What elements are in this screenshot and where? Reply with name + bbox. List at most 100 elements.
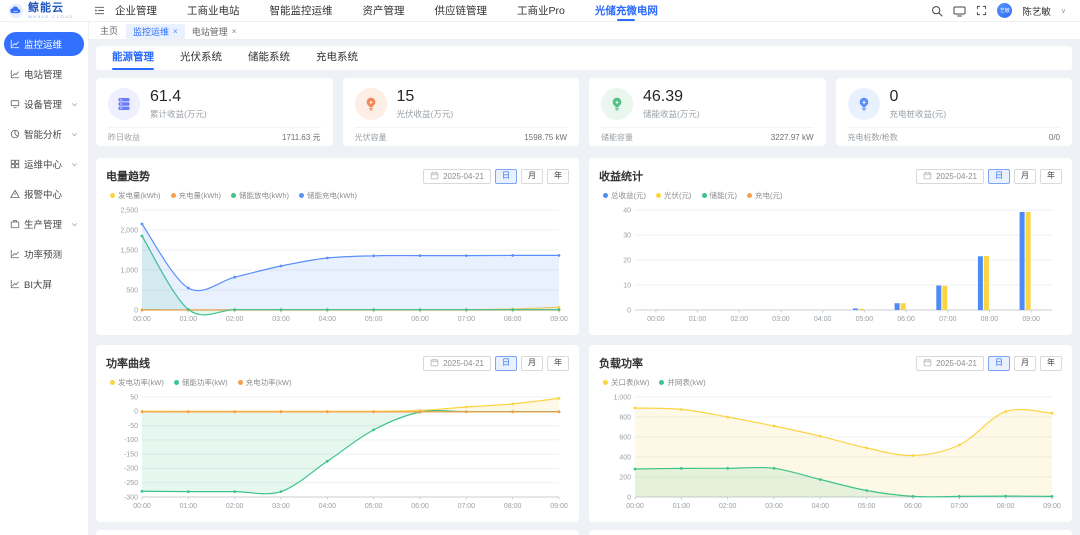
data-point[interactable] xyxy=(325,256,329,260)
data-point[interactable] xyxy=(418,308,422,312)
legend-item[interactable]: 储能(元) xyxy=(701,190,737,201)
data-point[interactable] xyxy=(372,428,376,432)
data-point[interactable] xyxy=(1004,494,1008,498)
data-point[interactable] xyxy=(679,467,683,470)
data-point[interactable] xyxy=(140,410,144,414)
data-point[interactable] xyxy=(233,275,237,279)
date-picker[interactable]: 2025-04-21 xyxy=(423,168,491,184)
data-point[interactable] xyxy=(1050,495,1054,498)
bar[interactable] xyxy=(936,285,942,311)
data-point[interactable] xyxy=(1050,411,1054,415)
period-button-日[interactable]: 日 xyxy=(495,168,517,184)
date-picker[interactable]: 2025-04-21 xyxy=(916,355,984,371)
legend-item[interactable]: 充电(元) xyxy=(747,190,783,201)
sidebar-item-3[interactable]: 智能分析 xyxy=(4,122,84,146)
bar[interactable] xyxy=(858,308,864,311)
data-point[interactable] xyxy=(633,406,637,410)
period-button-月[interactable]: 月 xyxy=(521,168,543,184)
data-point[interactable] xyxy=(818,478,822,481)
tab-1[interactable]: 光伏系统 xyxy=(180,49,222,70)
data-point[interactable] xyxy=(279,490,283,493)
breadcrumb-tab-1[interactable]: 电站管理 × xyxy=(185,24,244,39)
nav-item-6[interactable]: 光储充微电网 xyxy=(595,0,658,22)
nav-item-0[interactable]: 企业管理 xyxy=(115,0,157,22)
legend-item[interactable]: 储能放电(kWh) xyxy=(231,190,289,201)
data-point[interactable] xyxy=(557,254,561,257)
data-point[interactable] xyxy=(511,410,515,414)
data-point[interactable] xyxy=(464,410,468,414)
data-point[interactable] xyxy=(325,410,329,414)
data-point[interactable] xyxy=(911,454,915,457)
avatar[interactable]: 艺敏 xyxy=(997,3,1013,18)
tab-3[interactable]: 充电系统 xyxy=(316,49,358,70)
data-point[interactable] xyxy=(464,405,468,409)
data-point[interactable] xyxy=(511,254,515,257)
period-button-日[interactable]: 日 xyxy=(988,355,1010,371)
data-point[interactable] xyxy=(186,308,190,311)
data-point[interactable] xyxy=(279,308,283,312)
data-point[interactable] xyxy=(140,308,144,312)
search-icon[interactable] xyxy=(931,5,943,17)
data-point[interactable] xyxy=(233,490,237,493)
data-point[interactable] xyxy=(325,459,329,463)
data-point[interactable] xyxy=(865,489,869,492)
fullscreen-icon[interactable] xyxy=(976,5,987,16)
period-button-月[interactable]: 月 xyxy=(521,355,543,371)
data-point[interactable] xyxy=(186,490,190,493)
data-point[interactable] xyxy=(865,446,869,450)
legend-item[interactable]: 总收益(元) xyxy=(603,190,646,201)
sidebar-item-1[interactable]: 电站管理 xyxy=(4,62,84,86)
date-picker[interactable]: 2025-04-21 xyxy=(423,355,491,371)
tab-0[interactable]: 能源管理 xyxy=(112,49,154,70)
data-point[interactable] xyxy=(957,443,961,447)
data-point[interactable] xyxy=(325,308,329,312)
sidebar-item-5[interactable]: 报警中心 xyxy=(4,182,84,206)
data-point[interactable] xyxy=(726,466,730,470)
bar[interactable] xyxy=(894,303,900,310)
bar[interactable] xyxy=(900,303,906,310)
data-point[interactable] xyxy=(772,466,776,470)
data-point[interactable] xyxy=(186,410,190,414)
tab-2[interactable]: 储能系统 xyxy=(248,49,290,70)
period-button-年[interactable]: 年 xyxy=(1040,168,1062,184)
data-point[interactable] xyxy=(140,489,144,493)
data-point[interactable] xyxy=(186,286,190,290)
brand-logo[interactable]: 鲸能云 WHALE CLOUD xyxy=(0,2,88,19)
data-point[interactable] xyxy=(957,495,961,498)
period-button-月[interactable]: 月 xyxy=(1014,168,1036,184)
data-point[interactable] xyxy=(418,410,422,414)
data-point[interactable] xyxy=(279,410,283,414)
data-point[interactable] xyxy=(557,410,561,414)
user-menu-chevron-icon[interactable]: ∨ xyxy=(1061,7,1066,15)
data-point[interactable] xyxy=(140,222,144,226)
sidebar-item-7[interactable]: 功率预测 xyxy=(4,242,84,266)
data-point[interactable] xyxy=(372,410,376,414)
close-icon[interactable]: × xyxy=(173,27,178,36)
data-point[interactable] xyxy=(140,234,144,238)
sidebar-item-2[interactable]: 设备管理 xyxy=(4,92,84,116)
legend-item[interactable]: 发电量(kWh) xyxy=(110,190,161,201)
period-button-年[interactable]: 年 xyxy=(547,355,569,371)
bar[interactable] xyxy=(977,256,983,311)
data-point[interactable] xyxy=(557,308,561,312)
user-name[interactable]: 陈艺敏 xyxy=(1022,4,1051,18)
data-point[interactable] xyxy=(633,467,637,471)
bar[interactable] xyxy=(983,256,989,310)
period-button-日[interactable]: 日 xyxy=(988,168,1010,184)
legend-item[interactable]: 发电功率(kW) xyxy=(110,377,164,388)
nav-item-1[interactable]: 工商业电站 xyxy=(187,0,240,22)
data-point[interactable] xyxy=(464,308,468,312)
sidebar-item-8[interactable]: BI大屏 xyxy=(4,272,84,296)
bar[interactable] xyxy=(852,308,858,311)
legend-item[interactable]: 关口表(kW) xyxy=(603,377,649,388)
period-button-年[interactable]: 年 xyxy=(547,168,569,184)
legend-item[interactable]: 并网表(kW) xyxy=(659,377,706,388)
sidebar-collapse-icon[interactable] xyxy=(94,5,105,16)
data-point[interactable] xyxy=(557,397,561,400)
period-button-日[interactable]: 日 xyxy=(495,355,517,371)
data-point[interactable] xyxy=(233,308,237,312)
data-point[interactable] xyxy=(818,434,822,438)
nav-item-5[interactable]: 工商业Pro xyxy=(517,0,565,22)
data-point[interactable] xyxy=(911,495,915,498)
nav-item-2[interactable]: 智能监控运维 xyxy=(270,0,333,22)
